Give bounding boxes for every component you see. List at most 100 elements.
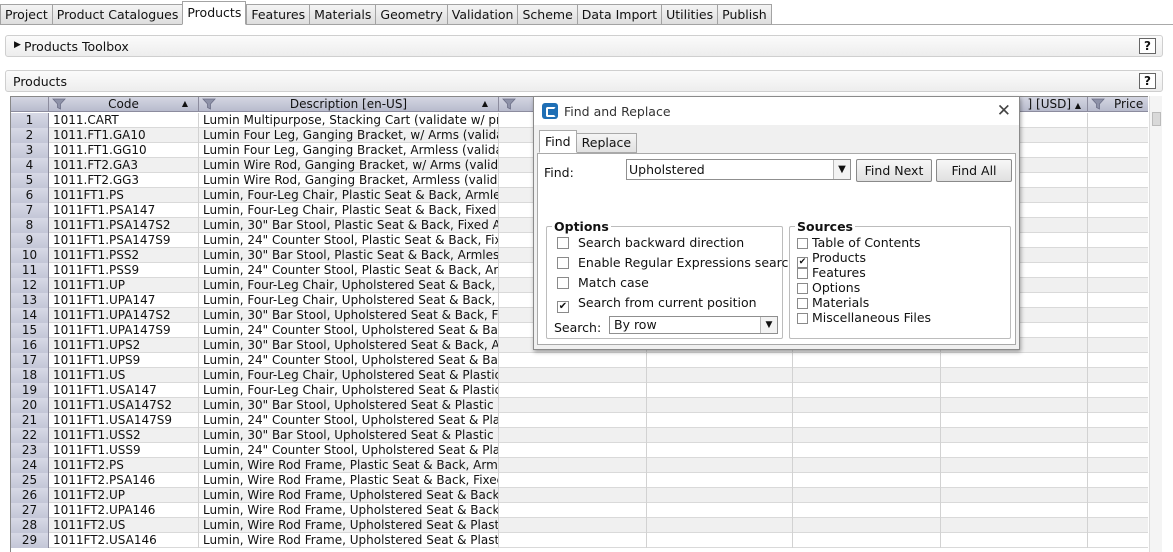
sort-ascending-icon[interactable]: ▲ (1075, 101, 1081, 110)
data-cell[interactable] (499, 518, 647, 533)
find-input[interactable]: Upholstered ▼ (626, 159, 851, 180)
checkbox-icon[interactable] (557, 257, 569, 269)
data-cell[interactable] (499, 383, 647, 398)
description-cell[interactable]: Lumin, Wire Rod Frame, Upholstered Seat … (199, 503, 499, 518)
data-cell[interactable] (647, 473, 793, 488)
description-cell[interactable]: Lumin, Four-Leg Chair, Upholstered Seat … (199, 278, 499, 293)
data-cell[interactable] (941, 428, 1088, 443)
description-cell[interactable]: Lumin, 30" Bar Stool, Upholstered Seat &… (199, 398, 499, 413)
code-cell[interactable]: 1011FT1.UPA147 (49, 293, 199, 308)
code-cell[interactable]: 1011FT1.USA147 (49, 383, 199, 398)
description-cell[interactable]: Lumin Wire Rod, Ganging Bracket, Armless… (199, 173, 499, 188)
chevron-down-icon[interactable]: ▼ (760, 317, 777, 333)
code-cell[interactable]: 1011.FT1.GA10 (49, 128, 199, 143)
data-cell[interactable] (647, 353, 793, 368)
code-cell[interactable]: 1011FT1.UPA147S2 (49, 308, 199, 323)
description-cell[interactable]: Lumin, Four-Leg Chair, Plastic Seat & Ba… (199, 203, 499, 218)
row-number-cell[interactable]: 14 (11, 308, 49, 323)
row-number-cell[interactable]: 1 (11, 113, 49, 128)
data-cell[interactable] (499, 398, 647, 413)
option-match-case[interactable]: Match case (557, 276, 649, 292)
dialog-titlebar[interactable]: Find and Replace ✕ (534, 97, 1019, 125)
row-number-cell[interactable]: 13 (11, 293, 49, 308)
code-cell[interactable]: 1011FT2.UP (49, 488, 199, 503)
code-cell[interactable]: 1011FT2.US (49, 518, 199, 533)
data-cell[interactable] (1088, 158, 1148, 173)
code-cell[interactable]: 1011FT1.PSA147S9 (49, 233, 199, 248)
source-materials[interactable]: Materials (797, 296, 869, 311)
data-cell[interactable] (941, 443, 1088, 458)
data-cell[interactable] (647, 428, 793, 443)
checkbox-icon[interactable] (797, 298, 808, 309)
source-features[interactable]: Features (797, 266, 866, 281)
tab-find[interactable]: Find (539, 130, 577, 153)
filter-icon[interactable] (1091, 98, 1105, 110)
data-cell[interactable] (647, 458, 793, 473)
data-cell[interactable] (793, 443, 941, 458)
data-cell[interactable] (1088, 263, 1148, 278)
row-number-cell[interactable]: 9 (11, 233, 49, 248)
data-cell[interactable] (1088, 413, 1148, 428)
data-cell[interactable] (1088, 398, 1148, 413)
data-cell[interactable] (647, 443, 793, 458)
data-cell[interactable] (793, 518, 941, 533)
data-cell[interactable] (793, 458, 941, 473)
data-cell[interactable] (647, 488, 793, 503)
data-cell[interactable] (941, 533, 1088, 548)
row-number-cell[interactable]: 24 (11, 458, 49, 473)
data-cell[interactable] (499, 353, 647, 368)
row-number-cell[interactable]: 20 (11, 398, 49, 413)
row-number-cell[interactable]: 6 (11, 188, 49, 203)
code-cell[interactable]: 1011FT1.USA147S2 (49, 398, 199, 413)
code-cell[interactable]: 1011FT1.PS (49, 188, 199, 203)
data-cell[interactable] (1088, 188, 1148, 203)
table-row[interactable]: 26 1011FT2.UP Lumin, Wire Rod Frame, Uphol… (11, 488, 1148, 503)
table-row[interactable]: 17 1011FT1.UPS9 Lumin, 24" Counter Stool, … (11, 353, 1148, 368)
code-cell[interactable]: 1011FT1.UPA147S9 (49, 323, 199, 338)
find-next-button[interactable]: Find Next (856, 159, 932, 182)
table-row[interactable]: 19 1011FT1.USA147 Lumin, Four-Leg Chair, U… (11, 383, 1148, 398)
code-cell[interactable]: 1011FT1.USS9 (49, 443, 199, 458)
tab-products[interactable]: Products (182, 1, 247, 25)
row-number-cell[interactable]: 28 (11, 518, 49, 533)
description-cell[interactable]: Lumin, Wire Rod Frame, Plastic Seat & Ba… (199, 458, 499, 473)
scrollbar-thumb[interactable] (1152, 112, 1161, 126)
row-number-cell[interactable]: 23 (11, 443, 49, 458)
data-cell[interactable] (941, 368, 1088, 383)
tab-utilities[interactable]: Utilities (661, 4, 718, 25)
source-options[interactable]: Options (797, 281, 860, 296)
row-number-cell[interactable]: 8 (11, 218, 49, 233)
table-row[interactable]: 28 1011FT2.US Lumin, Wire Rod Frame, Uphol… (11, 518, 1148, 533)
code-cell[interactable]: 1011.FT2.GA3 (49, 158, 199, 173)
description-cell[interactable]: Lumin, 24" Counter Stool, Upholstered Se… (199, 353, 499, 368)
search-direction-select[interactable]: By row ▼ (609, 316, 778, 334)
data-cell[interactable] (941, 518, 1088, 533)
table-row[interactable]: 22 1011FT1.USS2 Lumin, 30" Bar Stool, Upho… (11, 428, 1148, 443)
code-cell[interactable]: 1011FT2.UPA146 (49, 503, 199, 518)
data-cell[interactable] (793, 503, 941, 518)
data-cell[interactable] (793, 383, 941, 398)
description-cell[interactable]: Lumin, Wire Rod Frame, Upholstered Seat … (199, 518, 499, 533)
data-cell[interactable] (1088, 173, 1148, 188)
row-number-cell[interactable]: 25 (11, 473, 49, 488)
data-cell[interactable] (1088, 518, 1148, 533)
tab-replace[interactable]: Replace (576, 133, 638, 153)
tab-validation[interactable]: Validation (446, 4, 518, 25)
tab-features[interactable]: Features (246, 4, 310, 25)
table-row[interactable]: 23 1011FT1.USS9 Lumin, 24" Counter Stool, … (11, 443, 1148, 458)
code-cell[interactable]: 1011FT2.USA146 (49, 533, 199, 548)
expand-triangle-icon[interactable]: ▶ (14, 40, 21, 50)
row-number-cell[interactable]: 29 (11, 533, 49, 548)
row-number-cell[interactable]: 19 (11, 383, 49, 398)
description-cell[interactable]: Lumin, Wire Rod Frame, Upholstered Seat … (199, 533, 499, 548)
row-number-cell[interactable]: 17 (11, 353, 49, 368)
source-table-of-contents[interactable]: Table of Contents (797, 236, 921, 251)
data-cell[interactable] (499, 503, 647, 518)
code-cell[interactable]: 1011FT1.US (49, 368, 199, 383)
data-cell[interactable] (1088, 428, 1148, 443)
data-cell[interactable] (941, 353, 1088, 368)
row-number-cell[interactable]: 22 (11, 428, 49, 443)
code-cell[interactable]: 1011FT1.UPS9 (49, 353, 199, 368)
checkbox-icon[interactable] (557, 277, 569, 289)
code-cell[interactable]: 1011.FT2.GG3 (49, 173, 199, 188)
